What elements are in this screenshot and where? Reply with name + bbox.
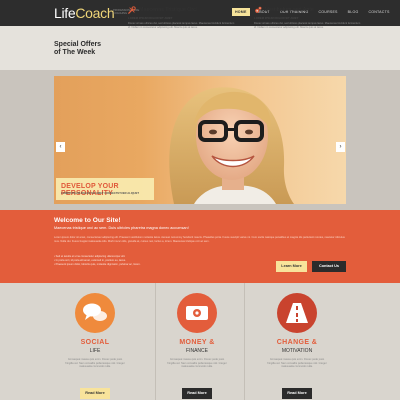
feature-text: Consequat massa quis enim. Donec pede ju… xyxy=(267,358,327,369)
feature-money: MONEY & FINANCE Consequat massa quis eni… xyxy=(155,283,245,400)
welcome-section: Welcome to Our Site! Maecenas tristique … xyxy=(0,210,400,283)
logo-accent: Coach xyxy=(75,5,115,21)
welcome-bullet: • Praesent ipsum dolor, lobortis quis, m… xyxy=(54,262,141,266)
welcome-title: Welcome to Our Site! xyxy=(54,217,121,224)
slider-next-button[interactable]: › xyxy=(336,142,345,152)
offers-heading: Special Offers of The Week xyxy=(54,41,101,57)
slider-caption: DEVELOP YOUR PERSONALITY LOREM IPSUM DOL… xyxy=(56,178,154,200)
offer-text: Donec ornare ultrices dui, sed ultrices … xyxy=(254,22,361,29)
offer-subtitle: LOREM IPSUM DOLOR SIT AMET xyxy=(254,16,299,20)
welcome-body: Lorem ipsum dolor sit amet, consectetuer… xyxy=(54,236,345,243)
slider-prev-button[interactable]: ‹ xyxy=(56,142,65,152)
feature-title: MONEY & xyxy=(179,339,215,346)
site-logo[interactable]: LifeCoach xyxy=(54,5,115,21)
feature-title: CHANGE & xyxy=(276,339,318,346)
offers-heading-line1: Special Offers xyxy=(54,41,102,48)
offer-title[interactable]: Maecenas Tristique Orci xyxy=(139,7,197,13)
feature-social: SOCIAL LIFE Consequat massa quis enim. D… xyxy=(54,283,144,400)
gears-icon xyxy=(255,6,262,13)
learn-more-button[interactable]: Learn More xyxy=(276,261,307,272)
feature-icon-circle xyxy=(75,293,115,333)
road-icon xyxy=(286,303,308,323)
welcome-subtitle: Maecenas tristique orci ac sem. Duis ult… xyxy=(54,226,189,230)
feature-icon-circle xyxy=(177,293,217,333)
offer-subtitle: LOREM IPSUM DOLOR SIT AMET xyxy=(128,16,173,20)
read-more-button[interactable]: Read More xyxy=(80,388,110,399)
feature-subtitle: MOTIVATION xyxy=(281,348,313,354)
offer-item: Maecenas Tristique Orci LOREM IPSUM DOLO… xyxy=(128,6,236,29)
feature-title: SOCIAL xyxy=(80,339,110,346)
offers-heading-line2: of The Week xyxy=(54,49,96,56)
nav-contacts[interactable]: CONTACTS xyxy=(365,8,392,16)
offer-title[interactable]: Vestibulum sed Ante xyxy=(265,7,314,13)
offer-text: Donec ornare ultrices dui, sed ultrices … xyxy=(128,22,235,29)
slider-caption-subtitle: LOREM IPSUM DOLOR SIT AMET CONSECTETUER … xyxy=(61,192,140,195)
logo-main: Life xyxy=(54,5,76,21)
feature-change: CHANGE & MOTIVATION Consequat massa quis… xyxy=(256,283,346,400)
read-more-button[interactable]: Read More xyxy=(182,388,212,399)
offers-strip: Special Offers of The Week xyxy=(0,26,400,70)
contact-us-button[interactable]: Contact Us xyxy=(312,261,346,272)
feature-subtitle: LIFE xyxy=(89,348,101,354)
welcome-bullet-list: • Sed et iaculis et urna consectetur adi… xyxy=(54,255,284,266)
read-more-button[interactable]: Read More xyxy=(282,388,312,399)
wrench-screwdriver-icon xyxy=(128,6,136,14)
feature-icon-circle xyxy=(277,293,317,333)
feature-text: Consequat massa quis enim. Donec pede ju… xyxy=(65,358,125,369)
feature-text: Consequat massa quis enim. Donec pede ju… xyxy=(167,358,227,369)
money-bill-icon xyxy=(186,306,208,320)
social-chat-icon xyxy=(83,303,107,321)
feature-subtitle: FINANCE xyxy=(186,348,208,354)
offer-item: Vestibulum sed Ante LOREM IPSUM DOLOR SI… xyxy=(254,6,362,29)
